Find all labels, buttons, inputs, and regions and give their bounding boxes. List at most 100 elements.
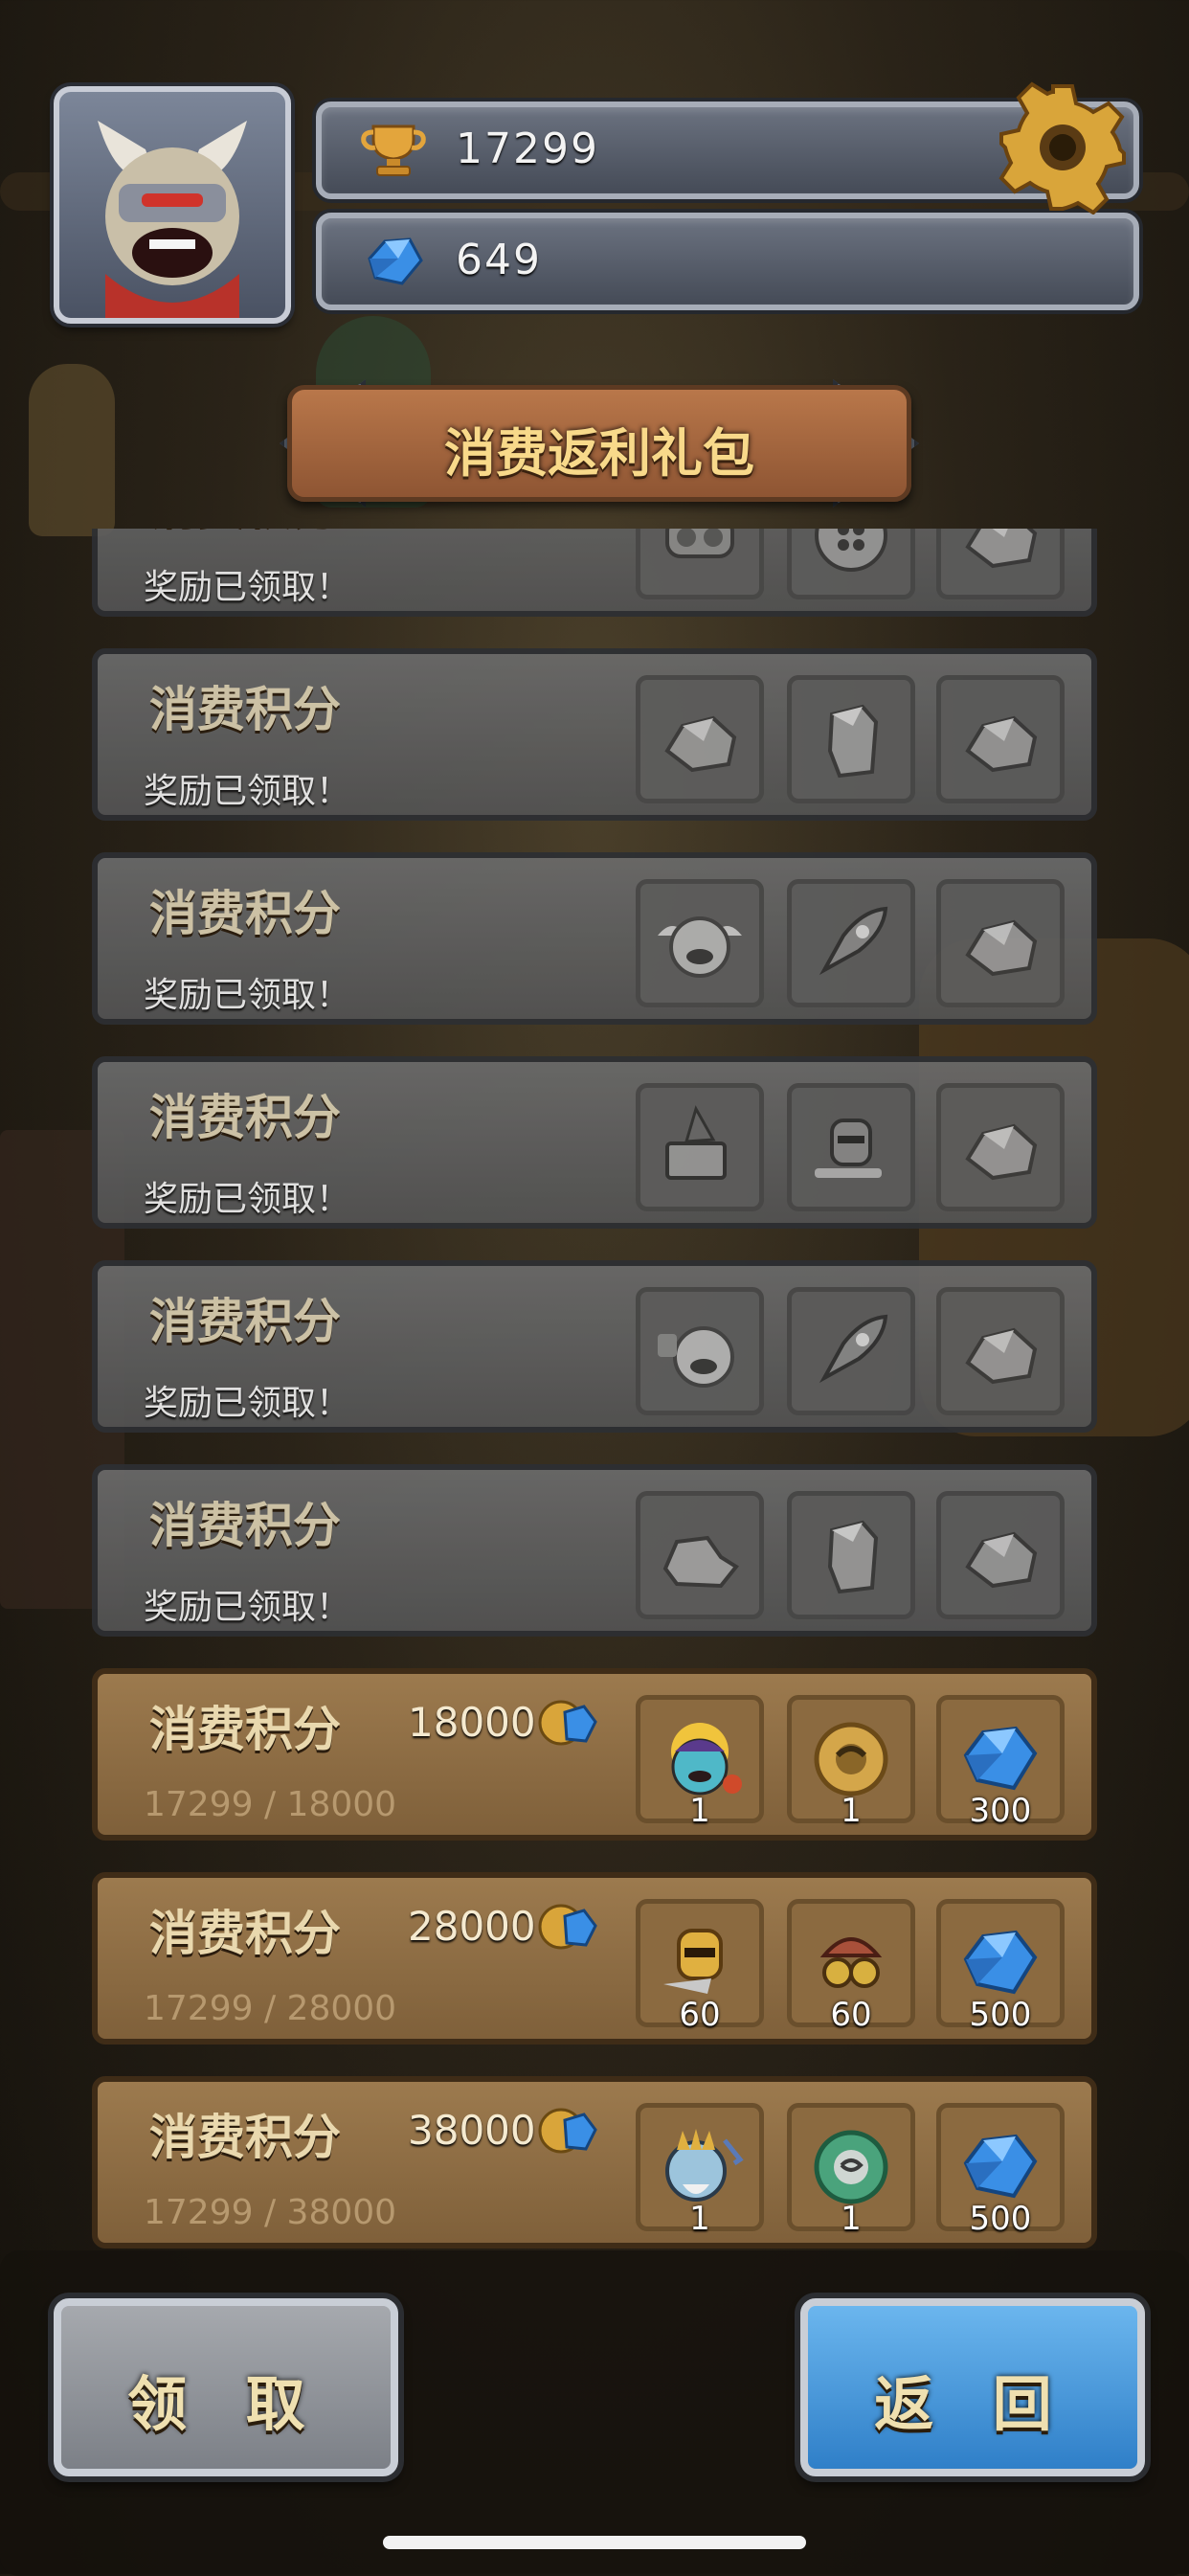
stone-icon — [965, 919, 1038, 977]
crystal-icon — [827, 704, 879, 779]
reward-slot[interactable] — [936, 529, 1065, 599]
reward-slot[interactable]: 1 — [787, 1695, 915, 1830]
reward-slot[interactable] — [636, 879, 764, 1007]
reward-slot[interactable] — [787, 1083, 915, 1211]
reward-slot[interactable] — [787, 529, 915, 599]
settings-gear-icon[interactable] — [996, 80, 1130, 215]
reward-slot[interactable]: 500 — [936, 1899, 1065, 2034]
reward-tier-card[interactable]: 消费积分 18000 17299 / 18000 1 1 300 — [92, 1668, 1097, 1841]
rocket-icon — [819, 1314, 888, 1384]
page-title: 消费返利礼包 — [444, 423, 754, 484]
tier-title: 消费积分 — [149, 1090, 341, 1145]
background-bottle — [29, 364, 115, 536]
reward-slot[interactable]: 300 — [936, 1695, 1065, 1830]
reward-slot[interactable] — [936, 1287, 1065, 1415]
reward-slot[interactable] — [636, 529, 764, 599]
reward-count: 60 — [830, 1996, 872, 2034]
tier-title: 消费积分 — [149, 1294, 341, 1349]
winged-hero-icon — [658, 916, 742, 978]
reward-slot[interactable] — [636, 1287, 764, 1415]
reward-tier-card[interactable]: 消费积分 38000 17299 / 38000 1 1 500 — [92, 2076, 1097, 2248]
tier-status-claimed: 奖励已领取！ — [144, 1588, 351, 1627]
tier-status-claimed: 奖励已领取！ — [144, 772, 351, 811]
spellbook-icon — [665, 1105, 727, 1180]
reward-slot[interactable]: 1 — [636, 1695, 764, 1830]
tier-progress: 17299 / 28000 — [144, 1989, 397, 2028]
reward-tier-card: 消费积分奖励已领取！ — [92, 852, 1097, 1025]
reward-slot[interactable] — [787, 879, 915, 1007]
reward-slot[interactable] — [787, 1287, 915, 1415]
armor-icon — [665, 529, 734, 558]
reward-tier-card: 消费积分奖励已领取！ — [92, 1260, 1097, 1433]
home-indicator — [383, 2536, 806, 2549]
gem-value: 649 — [456, 236, 542, 284]
gold-coin-gem-icon — [538, 1904, 597, 1950]
reward-count: 300 — [969, 1792, 1032, 1830]
back-button[interactable]: 返 回 — [800, 2298, 1145, 2476]
claim-button-label: 领 取 — [127, 2369, 325, 2439]
stone-icon — [664, 715, 737, 773]
button-icon — [815, 529, 887, 572]
tier-status-claimed: 奖励已领取！ — [144, 1180, 351, 1219]
reward-tier-card: 消费积分奖励已领取！ — [92, 529, 1097, 617]
tier-title: 消费积分 — [149, 1906, 341, 1961]
knight-icon — [815, 1119, 882, 1178]
stone-icon — [965, 715, 1038, 773]
stone-icon — [965, 1123, 1038, 1181]
tier-title: 消费积分 — [149, 1702, 341, 1757]
stone-icon — [965, 1327, 1038, 1385]
tier-status-claimed: 奖励已领取！ — [144, 1384, 351, 1423]
tier-status-claimed: 奖励已领取！ — [144, 976, 351, 1015]
trophy-icon — [361, 124, 426, 176]
tier-title: 消费积分 — [149, 886, 341, 941]
reward-count: 500 — [969, 1996, 1032, 2034]
reward-count: 1 — [841, 2200, 862, 2238]
tier-title: 消费积分 — [149, 1498, 341, 1553]
stone-icon — [965, 1531, 1038, 1589]
gem-counter: 649 — [316, 213, 1139, 310]
tier-title: 消费积分 — [149, 2110, 341, 2165]
reward-tier-card: 消费积分奖励已领取！ — [92, 1056, 1097, 1229]
reward-tier-card: 消费积分奖励已领取！ — [92, 648, 1097, 821]
reward-count: 1 — [689, 2200, 710, 2238]
horned-warrior-icon — [98, 121, 247, 318]
tier-title: 消费积分 — [149, 529, 341, 536]
rock-icon — [662, 1535, 739, 1589]
crystal-icon — [827, 1520, 879, 1594]
tier-progress: 17299 / 38000 — [144, 2193, 397, 2232]
reward-slot[interactable] — [787, 675, 915, 803]
trophy-value: 17299 — [456, 124, 599, 173]
reward-slot[interactable] — [936, 1083, 1065, 1211]
reward-slot[interactable]: 60 — [787, 1899, 915, 2034]
tier-status-claimed: 奖励已领取！ — [144, 568, 351, 607]
tier-points-required: 28000 — [408, 1903, 536, 1950]
claim-button[interactable]: 领 取 — [54, 2298, 398, 2476]
reward-tier-card[interactable]: 消费积分 28000 17299 / 28000 60 60 500 — [92, 1872, 1097, 2045]
back-button-label: 返 回 — [874, 2369, 1071, 2439]
reward-slot[interactable]: 1 — [636, 2103, 764, 2238]
rocket-icon — [819, 906, 888, 976]
tier-points-required: 38000 — [408, 2107, 536, 2154]
reward-tier-list[interactable]: 消费积分奖励已领取！消费积分奖励已领取！消费积分奖励已领取！消费积分奖励已领取！… — [0, 529, 1189, 2271]
reward-count: 60 — [679, 1996, 721, 2034]
tier-points-required: 18000 — [408, 1699, 536, 1746]
reward-slot[interactable]: 1 — [787, 2103, 915, 2238]
reward-slot[interactable] — [636, 675, 764, 803]
reward-slot[interactable] — [787, 1491, 915, 1619]
title-banner: 消费返利礼包 — [287, 385, 911, 502]
robot-hero-icon — [658, 1326, 734, 1388]
reward-slot[interactable] — [636, 1491, 764, 1619]
reward-slot[interactable]: 500 — [936, 2103, 1065, 2238]
reward-slot[interactable] — [936, 675, 1065, 803]
reward-slot[interactable] — [636, 1083, 764, 1211]
player-avatar[interactable] — [54, 86, 291, 324]
stone-icon — [965, 529, 1038, 569]
reward-count: 1 — [689, 1792, 710, 1830]
gem-icon — [368, 237, 423, 285]
reward-count: 500 — [969, 2200, 1032, 2238]
reward-slot[interactable] — [936, 879, 1065, 1007]
reward-slot[interactable]: 60 — [636, 1899, 764, 2034]
gold-coin-gem-icon — [538, 1700, 597, 1746]
reward-slot[interactable] — [936, 1491, 1065, 1619]
gold-coin-gem-icon — [538, 2108, 597, 2154]
